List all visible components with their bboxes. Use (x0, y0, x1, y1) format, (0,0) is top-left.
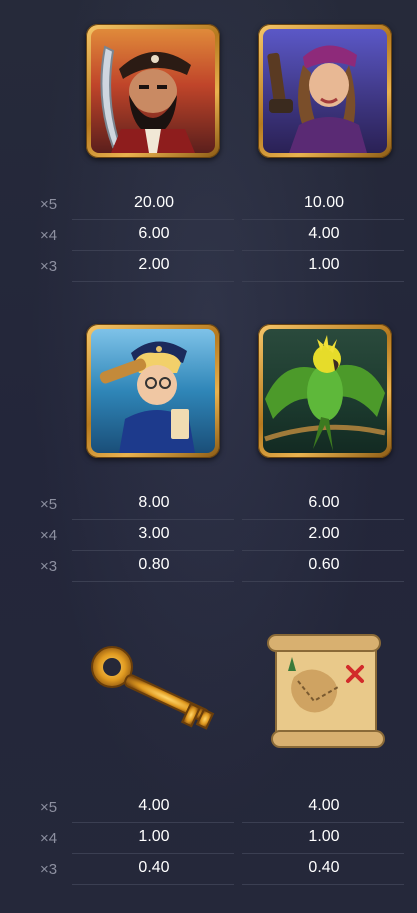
multiplier-label: ×5 (40, 196, 58, 213)
divider (242, 853, 404, 854)
payout-value: 20.00 (133, 194, 175, 211)
divider (72, 822, 234, 823)
sailor-boy-icon (99, 341, 195, 453)
divider (72, 219, 234, 220)
payout-value: 6.00 (308, 494, 340, 511)
pirate-captain-symbol (86, 24, 220, 158)
payout-value: 1.00 (138, 828, 170, 845)
pirate-captain-icon (100, 45, 195, 153)
multiplier-label: ×4 (40, 830, 58, 847)
multiplier-label: ×4 (40, 527, 58, 544)
parrot-symbol (258, 324, 392, 458)
multiplier-label: ×5 (40, 799, 58, 816)
payout-value: 8.00 (138, 494, 170, 511)
payout-value: 10.00 (303, 194, 345, 211)
divider (242, 822, 404, 823)
treasure-map-symbol (258, 627, 392, 761)
divider (72, 250, 234, 251)
divider (72, 281, 234, 282)
multiplier-label: ×3 (40, 558, 58, 575)
divider (72, 519, 234, 520)
parrot-icon (264, 335, 386, 451)
payout-value: 0.60 (308, 556, 340, 573)
multiplier-label: ×5 (40, 496, 58, 513)
payout-row-x3: ×3 0.80 0.60 (32, 552, 347, 582)
payout-value: 1.00 (308, 828, 340, 845)
payout-row-x4: ×4 6.00 4.00 (32, 221, 347, 251)
paytable-section-3: ×5 4.00 4.00 ×4 1.00 1.00 ×3 0.40 0.40 (0, 603, 417, 908)
divider (72, 853, 234, 854)
divider (242, 281, 404, 282)
paytable-section-1: ×5 20.00 10.00 ×4 6.00 4.00 ×3 2.00 1.00 (0, 0, 417, 300)
payout-value: 1.00 (308, 256, 340, 273)
payout-row-x4: ×4 1.00 1.00 (32, 824, 347, 854)
divider (72, 581, 234, 582)
payout-row-x3: ×3 2.00 1.00 (32, 252, 347, 282)
payout-value: 4.00 (308, 797, 340, 814)
sailor-boy-symbol (86, 324, 220, 458)
divider (242, 250, 404, 251)
payout-row-x3: ×3 0.40 0.40 (32, 855, 347, 885)
payout-row-x5: ×5 4.00 4.00 (32, 793, 347, 823)
divider (72, 550, 234, 551)
paytable-section-2: ×5 8.00 6.00 ×4 3.00 2.00 ×3 0.80 0.60 (0, 300, 417, 600)
payout-value: 0.80 (138, 556, 170, 573)
payout-value: 2.00 (308, 525, 340, 542)
pirate-woman-icon (267, 45, 367, 153)
payout-value: 4.00 (138, 797, 170, 814)
payout-value: 4.00 (308, 225, 340, 242)
multiplier-label: ×4 (40, 227, 58, 244)
payout-value: 2.00 (138, 256, 170, 273)
payout-value: 0.40 (308, 859, 340, 876)
payout-value: 6.00 (138, 225, 170, 242)
multiplier-label: ×3 (40, 861, 58, 878)
payout-row-x4: ×4 3.00 2.00 (32, 521, 347, 551)
golden-key-symbol (86, 627, 220, 761)
payout-value: 3.00 (138, 525, 170, 542)
payout-row-x5: ×5 8.00 6.00 (32, 490, 347, 520)
multiplier-label: ×3 (40, 258, 58, 275)
key-icon (91, 646, 215, 730)
divider (242, 519, 404, 520)
payout-value: 0.40 (138, 859, 170, 876)
divider (242, 884, 404, 885)
payout-row-x5: ×5 20.00 10.00 (32, 190, 347, 220)
divider (72, 884, 234, 885)
map-icon (267, 634, 385, 748)
divider (242, 550, 404, 551)
divider (242, 219, 404, 220)
pirate-woman-symbol (258, 24, 392, 158)
divider (242, 581, 404, 582)
